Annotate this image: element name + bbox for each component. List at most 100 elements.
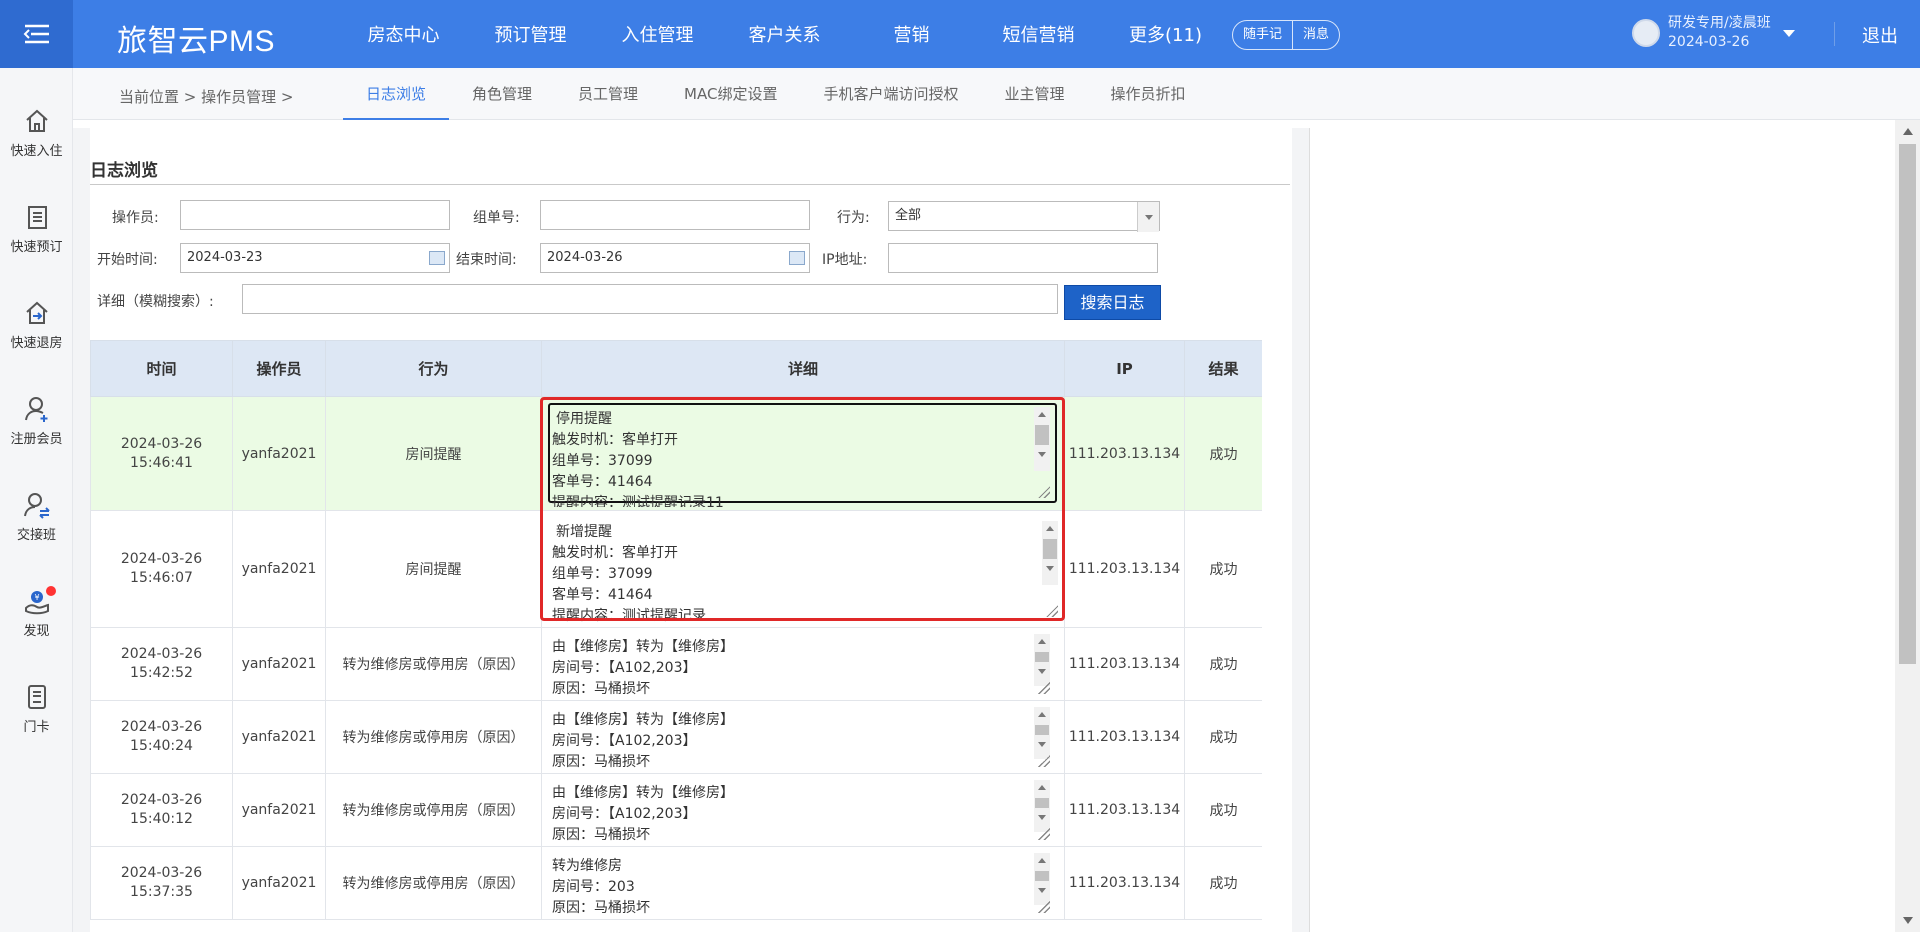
operator-label: 操作员: bbox=[112, 210, 159, 226]
user-menu[interactable]: 研发专用/凌晨班 2024-03-26 bbox=[1632, 14, 1795, 52]
ip-cell: 111.203.13.134 bbox=[1064, 846, 1185, 920]
scrollbar-thumb[interactable] bbox=[1899, 144, 1916, 664]
left-sidebar: 快速入住 快速预订 快速退房 注册会员 交接班 ¥ 发现 门卡 bbox=[0, 68, 73, 932]
column-header-ip: IP bbox=[1064, 340, 1185, 397]
action-cell: 转为维修房或停用房（原因） bbox=[325, 627, 542, 701]
sidebar-item-label: 门卡 bbox=[23, 720, 50, 735]
end-date-input[interactable]: 2024-03-26 bbox=[540, 243, 810, 273]
resize-handle-icon[interactable] bbox=[1038, 682, 1050, 694]
detail-textarea[interactable]: 由【维修房】转为【维修房】 房间号：【A102,203】 原因：马桶损坏 bbox=[546, 637, 1034, 697]
calendar-icon[interactable] bbox=[429, 251, 445, 265]
nav-booking[interactable]: 预订管理 bbox=[467, 21, 594, 47]
time-cell: 2024-03-26 15:40:12 bbox=[90, 773, 233, 847]
resize-handle-icon[interactable] bbox=[1038, 901, 1050, 913]
sidebar-item-room-card[interactable]: 门卡 bbox=[0, 682, 73, 735]
ip-label: IP地址: bbox=[822, 252, 868, 268]
ip-input[interactable] bbox=[888, 243, 1158, 273]
annotation-highlight-box bbox=[540, 397, 1065, 621]
tab-log-browse[interactable]: 日志浏览 bbox=[343, 68, 450, 120]
tab-role-management[interactable]: 角色管理 bbox=[449, 68, 555, 120]
chevron-down-icon[interactable] bbox=[1137, 202, 1159, 232]
action-cell: 房间提醒 bbox=[325, 396, 542, 511]
textarea-scrollbar[interactable] bbox=[1034, 707, 1050, 759]
nav-more[interactable]: 更多(11) bbox=[1102, 21, 1229, 47]
action-select-value: 全部 bbox=[895, 208, 922, 223]
column-header-time: 时间 bbox=[90, 340, 233, 397]
sidebar-item-register-member[interactable]: 注册会员 bbox=[0, 394, 73, 447]
sidebar-item-discover[interactable]: ¥ 发现 bbox=[0, 586, 73, 639]
tab-mobile-access[interactable]: 手机客户端访问授权 bbox=[800, 68, 981, 120]
tab-operator-discount[interactable]: 操作员折扣 bbox=[1088, 68, 1209, 120]
detail-textarea[interactable]: 由【维修房】转为【维修房】 房间号：【A102,203】 原因：马桶损坏 bbox=[546, 710, 1034, 770]
ip-cell: 111.203.13.134 bbox=[1064, 510, 1185, 628]
start-date-input[interactable]: 2024-03-23 bbox=[180, 243, 450, 273]
logout-button[interactable]: 退出 bbox=[1862, 22, 1898, 48]
table-row[interactable]: 2024-03-26 15:40:24 yanfa2021 转为维修房或停用房（原… bbox=[90, 700, 1262, 774]
sidebar-item-quick-checkout[interactable]: 快速退房 bbox=[0, 298, 73, 351]
sidebar-item-label: 快速预订 bbox=[10, 240, 63, 255]
textarea-scrollbar[interactable] bbox=[1034, 853, 1050, 905]
detail-textarea[interactable]: 由【维修房】转为【维修房】 房间号：【A102,203】 原因：马桶损坏 bbox=[546, 783, 1034, 843]
table-row[interactable]: 2024-03-26 15:40:12 yanfa2021 转为维修房或停用房（原… bbox=[90, 773, 1262, 847]
column-header-action: 行为 bbox=[325, 340, 542, 397]
action-cell: 转为维修房或停用房（原因） bbox=[325, 773, 542, 847]
sidebar-item-label: 交接班 bbox=[16, 528, 56, 543]
operator-input[interactable] bbox=[180, 200, 450, 230]
result-cell: 成功 bbox=[1184, 773, 1262, 847]
page-title: 日志浏览 bbox=[90, 161, 158, 181]
ip-cell: 111.203.13.134 bbox=[1064, 396, 1185, 511]
textarea-scrollbar[interactable] bbox=[1034, 634, 1050, 686]
nav-room-status[interactable]: 房态中心 bbox=[340, 21, 467, 47]
sidebar-item-quick-booking[interactable]: 快速预订 bbox=[0, 202, 73, 255]
detail-cell: 转为维修房 房间号：203 原因：马桶损坏 bbox=[541, 846, 1065, 920]
sidebar-item-label: 快速退房 bbox=[10, 336, 63, 351]
nav-checkin[interactable]: 入住管理 bbox=[594, 21, 721, 47]
user-add-icon bbox=[24, 397, 47, 422]
divider bbox=[1834, 22, 1835, 46]
column-header-result: 结果 bbox=[1184, 340, 1262, 397]
tab-staff-management[interactable]: 员工管理 bbox=[555, 68, 661, 120]
ip-cell: 111.203.13.134 bbox=[1064, 627, 1185, 701]
detail-search-input[interactable] bbox=[242, 284, 1058, 314]
messages-button[interactable]: 消息 bbox=[1292, 21, 1339, 49]
tab-bar: 当前位置 > 操作员管理 > 日志浏览 角色管理 员工管理 MAC绑定设置 手机… bbox=[73, 68, 1920, 120]
table-row[interactable]: 2024-03-26 15:37:35 yanfa2021 转为维修房或停用房（原… bbox=[90, 846, 1262, 920]
search-log-button[interactable]: 搜索日志 bbox=[1064, 285, 1161, 320]
operator-cell: yanfa2021 bbox=[232, 700, 326, 774]
detail-cell: 由【维修房】转为【维修房】 房间号：【A102,203】 原因：马桶损坏 bbox=[541, 773, 1065, 847]
calendar-icon[interactable] bbox=[789, 251, 805, 265]
tab-list: 日志浏览 角色管理 员工管理 MAC绑定设置 手机客户端访问授权 业主管理 操作… bbox=[343, 68, 1209, 120]
card-icon bbox=[27, 685, 46, 709]
nav-sms[interactable]: 短信营销 bbox=[975, 21, 1102, 47]
resize-handle-icon[interactable] bbox=[1038, 755, 1050, 767]
nav-marketing[interactable]: 营销 bbox=[848, 21, 975, 47]
operator-cell: yanfa2021 bbox=[232, 846, 326, 920]
menu-toggle-icon[interactable] bbox=[0, 0, 73, 68]
notes-button[interactable]: 随手记 bbox=[1233, 21, 1292, 49]
group-number-input[interactable] bbox=[540, 200, 810, 230]
time-cell: 2024-03-26 15:46:41 bbox=[90, 396, 233, 511]
action-cell: 转为维修房或停用房（原因） bbox=[325, 700, 542, 774]
scroll-up-icon[interactable] bbox=[1903, 128, 1913, 135]
operator-cell: yanfa2021 bbox=[232, 773, 326, 847]
time-cell: 2024-03-26 15:42:52 bbox=[90, 627, 233, 701]
sidebar-item-quick-checkin[interactable]: 快速入住 bbox=[0, 106, 73, 159]
ip-cell: 111.203.13.134 bbox=[1064, 700, 1185, 774]
action-select[interactable]: 全部 bbox=[888, 201, 1160, 232]
detail-textarea[interactable]: 转为维修房 房间号：203 原因：马桶损坏 bbox=[546, 856, 1034, 916]
scroll-down-icon[interactable] bbox=[1903, 917, 1913, 924]
sidebar-item-shift-handover[interactable]: 交接班 bbox=[0, 490, 73, 543]
tab-mac-binding[interactable]: MAC绑定设置 bbox=[661, 68, 800, 120]
list-icon bbox=[27, 206, 47, 229]
checkout-icon bbox=[25, 301, 48, 324]
chevron-down-icon[interactable] bbox=[1782, 29, 1795, 37]
action-cell: 房间提醒 bbox=[325, 510, 542, 628]
sidebar-item-label: 快速入住 bbox=[10, 144, 63, 159]
textarea-scrollbar[interactable] bbox=[1034, 780, 1050, 832]
nav-crm[interactable]: 客户关系 bbox=[721, 21, 848, 47]
result-cell: 成功 bbox=[1184, 846, 1262, 920]
tab-owner-management[interactable]: 业主管理 bbox=[981, 68, 1087, 120]
table-row[interactable]: 2024-03-26 15:42:52 yanfa2021 转为维修房或停用房（原… bbox=[90, 627, 1262, 701]
resize-handle-icon[interactable] bbox=[1038, 828, 1050, 840]
page-scrollbar[interactable] bbox=[1895, 120, 1920, 932]
